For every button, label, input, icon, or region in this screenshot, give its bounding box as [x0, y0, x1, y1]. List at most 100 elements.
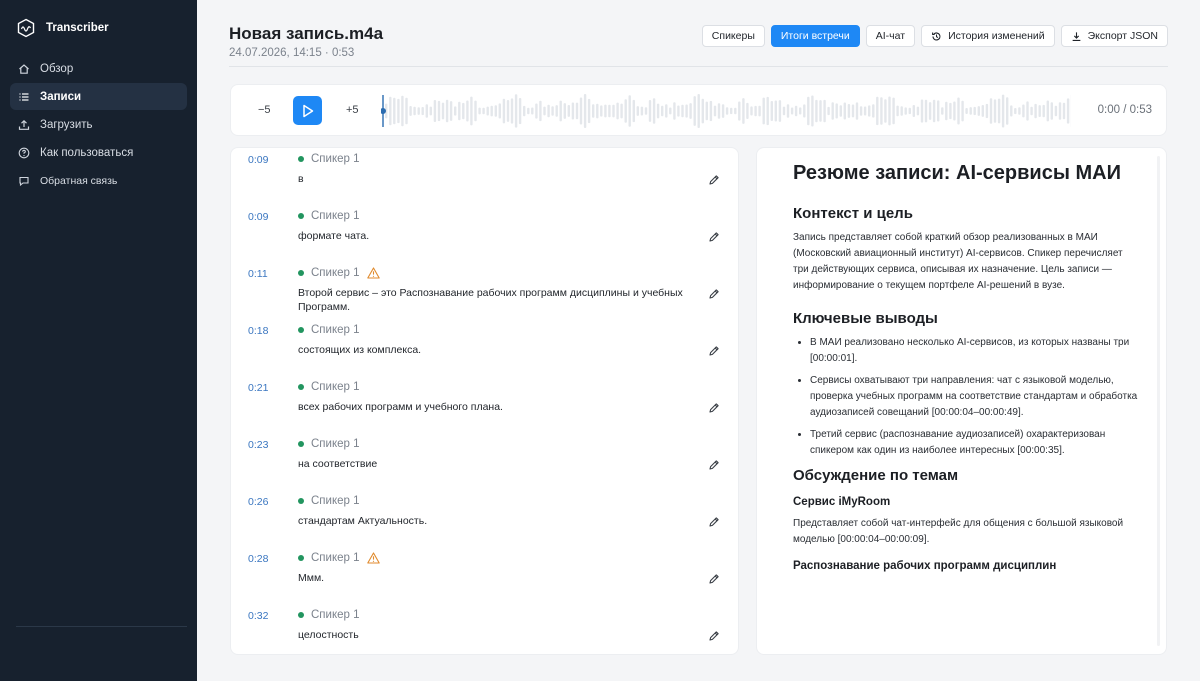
segment-text[interactable]: Второй сервис – это Распознавание рабочи…	[298, 286, 698, 314]
audio-player: −5 +5 0:00 / 0:53	[230, 84, 1167, 136]
edit-icon[interactable]	[708, 402, 720, 414]
waveform-bar	[681, 104, 684, 118]
edit-icon[interactable]	[708, 630, 720, 642]
waveform-bar	[912, 105, 915, 117]
key-points-list: В МАИ реализовано несколько AI-сервисов,…	[793, 335, 1138, 459]
transcript-segment[interactable]: 0:21 Спикер 1 всех рабочих программ и учеб…	[231, 376, 738, 433]
waveform-bar	[945, 101, 948, 121]
segment-speaker: Спикер 1	[298, 153, 360, 165]
segment-text[interactable]: состоящих из комплекса.	[298, 343, 698, 357]
segment-speaker: Спикер 1	[298, 210, 360, 222]
topic-heading: Распознавание рабочих программ дисциплин	[793, 560, 1057, 572]
record-meta: 24.07.2026, 14:15 · 0:53	[229, 47, 355, 59]
speaker-dot	[298, 441, 304, 447]
waveform-bar	[567, 105, 570, 117]
sidebar-item-help[interactable]: Как пользоваться	[10, 139, 187, 166]
waveform-bar	[1038, 105, 1041, 117]
waveform-bar	[409, 106, 412, 116]
segment-text[interactable]: в	[298, 172, 698, 186]
history-button[interactable]: История изменений	[921, 25, 1055, 47]
transcript-segment[interactable]: 0:18 Спикер 1 состоящих из комплекса.	[231, 319, 738, 376]
waveform-bar	[543, 106, 546, 116]
summary-button[interactable]: Итоги встречи	[770, 25, 860, 47]
waveform-bar	[819, 100, 822, 122]
speaker-dot	[298, 156, 304, 162]
segment-text[interactable]: формате чата.	[298, 229, 698, 243]
transcript-segment[interactable]: 0:23 Спикер 1 на соответствие	[231, 433, 738, 490]
skip-forward-button[interactable]: +5	[346, 104, 359, 116]
segment-timestamp[interactable]: 0:09	[248, 154, 268, 166]
waveform-bar	[713, 105, 717, 117]
waveform-bar	[466, 100, 469, 122]
segment-speaker: Спикер 1	[298, 438, 360, 450]
play-icon	[302, 104, 313, 117]
segment-text[interactable]: на соответствие	[298, 457, 698, 471]
waveform-bar	[535, 103, 538, 119]
segment-speaker: Спикер 1	[298, 609, 360, 621]
transcript-segment[interactable]: 0:09 Спикер 1 формате чата.	[231, 205, 738, 262]
segment-timestamp[interactable]: 0:23	[248, 439, 268, 451]
waveform-bar	[429, 106, 432, 116]
play-button[interactable]	[293, 96, 322, 125]
ai-chat-button-label: AI-чат	[875, 30, 906, 42]
skip-back-button[interactable]: −5	[258, 104, 271, 116]
segment-timestamp[interactable]: 0:18	[248, 325, 268, 337]
segment-text[interactable]: всех рабочих программ и учебного плана.	[298, 400, 698, 414]
segment-timestamp[interactable]: 0:32	[248, 610, 268, 622]
waveform-bar	[896, 105, 899, 117]
speakers-button[interactable]: Спикеры	[701, 25, 765, 47]
brand[interactable]: Transcriber	[16, 18, 109, 38]
transcript-segment[interactable]: 0:11 Спикер 1 Второй сервис – это Распозна…	[231, 262, 738, 319]
sidebar-item-records[interactable]: Записи	[10, 83, 187, 110]
waveform-bar	[656, 103, 660, 119]
segment-text[interactable]: стандартам Актуальность.	[298, 514, 698, 528]
context-heading: Контекст и цель	[793, 205, 913, 222]
waveform-bar	[794, 105, 798, 117]
waveform-bar	[872, 104, 875, 118]
sidebar-item-feedback[interactable]: Обратная связь	[10, 167, 187, 194]
waveform-bar	[900, 106, 903, 116]
export-json-button[interactable]: Экспорт JSON	[1060, 25, 1168, 47]
header-divider	[229, 66, 1168, 67]
toolbar: Спикеры Итоги встречи AI-чат История изм…	[701, 25, 1168, 47]
waveform-bar	[393, 97, 396, 125]
edit-icon[interactable]	[708, 573, 720, 585]
waveform-bar	[401, 95, 404, 127]
segment-timestamp[interactable]: 0:26	[248, 496, 268, 508]
sidebar-item-upload[interactable]: Загрузить	[10, 111, 187, 138]
waveform-bar	[932, 99, 936, 123]
edit-icon[interactable]	[708, 231, 720, 243]
waveform-bar	[803, 104, 806, 118]
waveform-bar	[1042, 104, 1045, 118]
summary-scrollbar[interactable]	[1157, 156, 1160, 646]
waveform-bar	[799, 107, 802, 115]
waveform-bar	[1062, 102, 1066, 120]
waveform-bar	[969, 107, 972, 115]
transcript-segment[interactable]: 0:09 Спикер 1 в	[231, 148, 738, 205]
segment-timestamp[interactable]: 0:11	[248, 268, 268, 280]
segment-text[interactable]: Ммм.	[298, 571, 698, 585]
edit-icon[interactable]	[708, 516, 720, 528]
waveform-bar	[839, 105, 842, 117]
segment-text[interactable]: целостность	[298, 628, 698, 642]
speaker-label: Спикер 1	[311, 381, 360, 393]
waveform-bar	[677, 105, 680, 117]
upload-icon	[18, 119, 30, 130]
transcript-segment[interactable]: 0:26 Спикер 1 стандартам Актуальность.	[231, 490, 738, 547]
transcript-segment[interactable]: 0:28 Спикер 1 Ммм.	[231, 547, 738, 604]
edit-icon[interactable]	[708, 459, 720, 471]
transcript-segment[interactable]: 0:32 Спикер 1 целостность	[231, 604, 738, 654]
ai-chat-button[interactable]: AI-чат	[865, 25, 916, 47]
edit-icon[interactable]	[708, 288, 720, 300]
edit-icon[interactable]	[708, 174, 720, 186]
waveform[interactable]	[381, 93, 1071, 129]
segment-timestamp[interactable]: 0:09	[248, 211, 268, 223]
segment-timestamp[interactable]: 0:28	[248, 553, 268, 565]
waveform-bar	[575, 102, 579, 120]
edit-icon[interactable]	[708, 345, 720, 357]
waveform-bar	[579, 97, 583, 125]
sidebar-item-overview[interactable]: Обзор	[10, 55, 187, 82]
segment-timestamp[interactable]: 0:21	[248, 382, 268, 394]
waveform-bar	[474, 100, 477, 122]
topic-text: Представляет собой чат-интерфейс для общ…	[793, 518, 1124, 545]
